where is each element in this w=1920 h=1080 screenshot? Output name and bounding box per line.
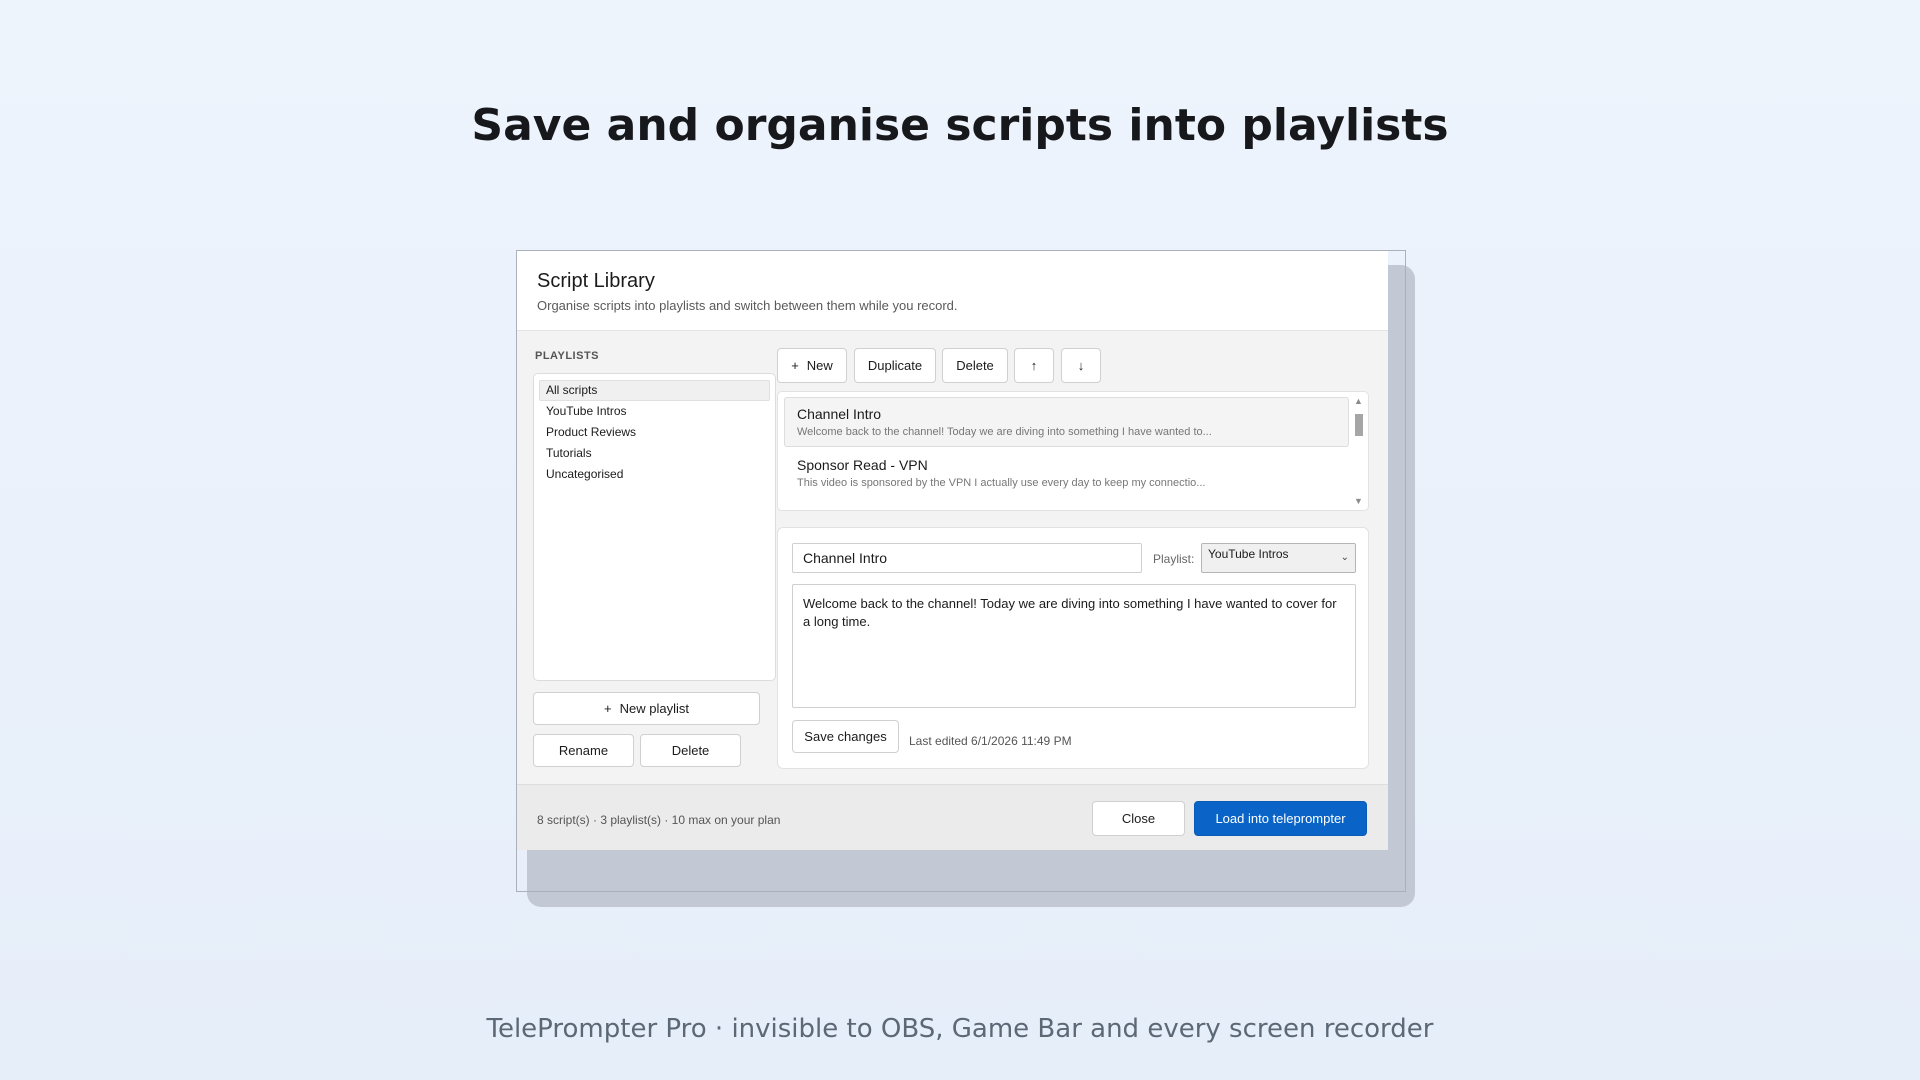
script-library-dialog: Script Library Organise scripts into pla…	[517, 251, 1388, 850]
chevron-down-icon: ⌄	[1340, 552, 1349, 563]
playlists-section-label: PLAYLISTS	[535, 350, 599, 362]
new-script-label: New	[806, 358, 833, 373]
script-title: Sponsor Read - VPN	[797, 457, 928, 473]
new-playlist-label: New playlist	[619, 701, 689, 716]
plus-icon: +	[791, 358, 799, 373]
save-changes-button[interactable]: Save changes	[792, 720, 899, 753]
delete-playlist-button[interactable]: Delete	[640, 734, 741, 767]
script-list-scrollbar[interactable]: ▲ ▼	[1352, 396, 1366, 508]
playlist-list: All scripts YouTube Intros Product Revie…	[533, 373, 776, 681]
playlist-item-all-scripts[interactable]: All scripts	[539, 380, 770, 401]
dialog-subtitle: Organise scripts into playlists and swit…	[537, 298, 958, 313]
playlist-item-tutorials[interactable]: Tutorials	[539, 443, 770, 464]
last-edited-text: Last edited 6/1/2026 11:49 PM	[909, 734, 1072, 748]
script-item-sponsor-read[interactable]: Sponsor Read - VPN This video is sponsor…	[784, 448, 1349, 498]
footer-status: 8 script(s) · 3 playlist(s) · 10 max on …	[537, 813, 781, 827]
arrow-down-icon: ↓	[1077, 358, 1085, 373]
script-preview: Welcome back to the channel! Today we ar…	[797, 426, 1212, 438]
close-button[interactable]: Close	[1092, 801, 1185, 836]
script-editor: Channel Intro Playlist: YouTube Intros ⌄…	[777, 527, 1369, 769]
arrow-up-icon: ↑	[1030, 358, 1038, 373]
dialog-footer: 8 script(s) · 3 playlist(s) · 10 max on …	[517, 784, 1388, 850]
load-into-teleprompter-button[interactable]: Load into teleprompter	[1194, 801, 1367, 836]
playlist-item-uncategorised[interactable]: Uncategorised	[539, 464, 770, 485]
script-preview: This video is sponsored by the VPN I act…	[797, 477, 1206, 489]
script-body-textarea[interactable]: Welcome back to the channel! Today we ar…	[792, 584, 1356, 708]
playlist-select[interactable]: YouTube Intros ⌄	[1201, 543, 1356, 573]
tagline: TelePrompter Pro · invisible to OBS, Gam…	[486, 1014, 1434, 1044]
headline: Save and organise scripts into playlists	[471, 100, 1449, 151]
script-item-channel-intro[interactable]: Channel Intro Welcome back to the channe…	[784, 397, 1349, 447]
move-down-button[interactable]: ↓	[1061, 348, 1101, 383]
playlist-select-label: Playlist:	[1153, 552, 1195, 566]
playlist-item-youtube-intros[interactable]: YouTube Intros	[539, 401, 770, 422]
playlist-select-value: YouTube Intros	[1208, 547, 1289, 561]
scroll-down-icon[interactable]: ▼	[1354, 496, 1363, 506]
dialog-header: Script Library Organise scripts into pla…	[517, 251, 1388, 331]
scroll-up-icon[interactable]: ▲	[1354, 396, 1363, 406]
plus-icon: +	[604, 701, 612, 716]
new-playlist-button[interactable]: + New playlist	[533, 692, 760, 725]
script-list: Channel Intro Welcome back to the channe…	[777, 391, 1369, 511]
delete-script-button[interactable]: Delete	[942, 348, 1008, 383]
move-up-button[interactable]: ↑	[1014, 348, 1054, 383]
new-script-button[interactable]: + New	[777, 348, 847, 383]
script-title: Channel Intro	[797, 406, 882, 422]
dialog-title: Script Library	[537, 270, 655, 292]
scrollbar-thumb[interactable]	[1355, 414, 1363, 436]
script-name-input[interactable]: Channel Intro	[792, 543, 1142, 573]
duplicate-script-button[interactable]: Duplicate	[854, 348, 936, 383]
rename-playlist-button[interactable]: Rename	[533, 734, 634, 767]
playlist-item-product-reviews[interactable]: Product Reviews	[539, 422, 770, 443]
